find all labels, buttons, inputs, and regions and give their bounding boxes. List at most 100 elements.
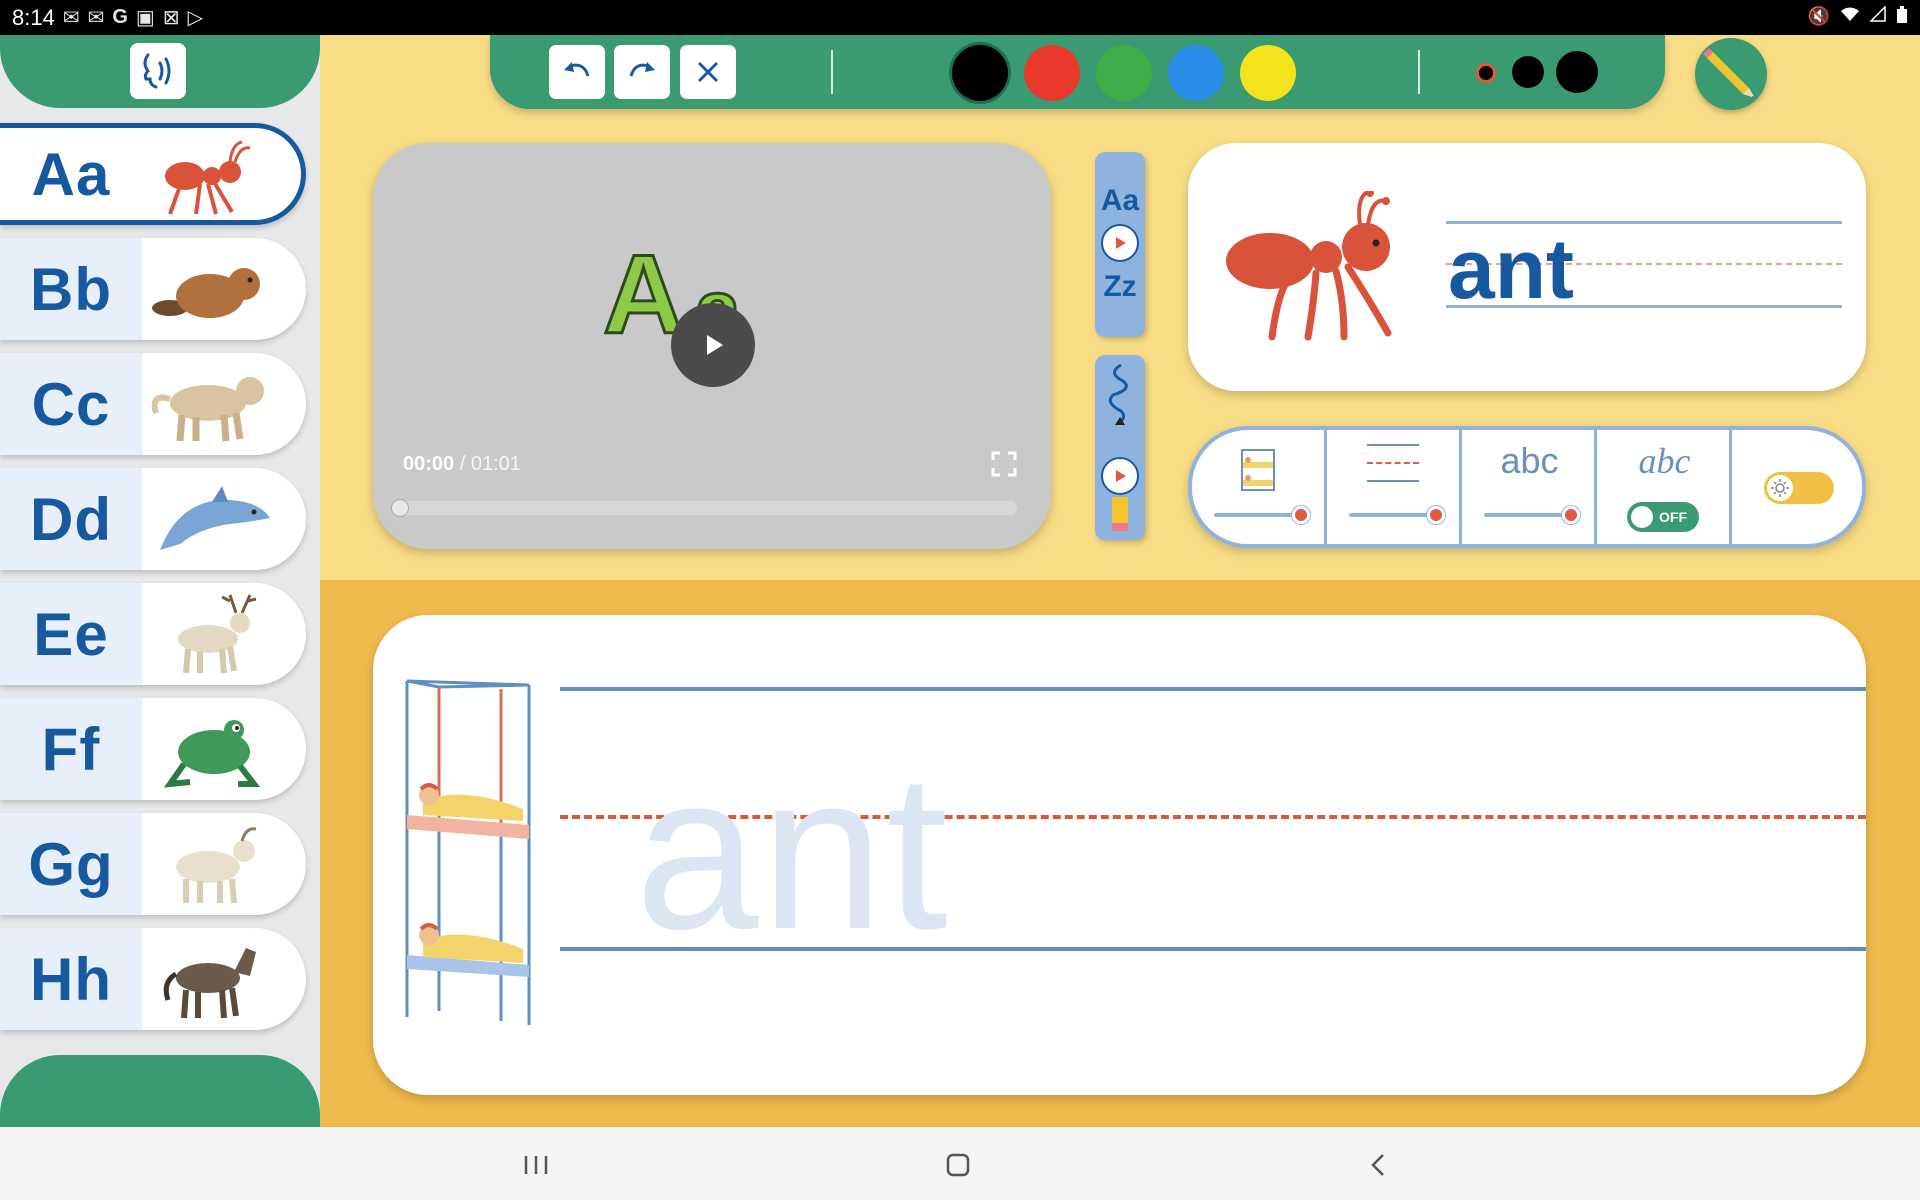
sidebar-header [0, 35, 320, 108]
image-icon: ▣ [135, 7, 155, 29]
ant-icon [1226, 191, 1392, 341]
slider-knob[interactable] [1427, 506, 1445, 524]
slider-knob[interactable] [1562, 506, 1580, 524]
lines-icon-mid [1367, 462, 1419, 464]
back-button[interactable] [1356, 1143, 1400, 1187]
cursive-setting[interactable]: abc OFF [1597, 430, 1732, 544]
gmail-icon: ✉ [87, 7, 105, 29]
speak-button[interactable] [130, 43, 186, 99]
cursive-toggle[interactable]: OFF [1627, 502, 1699, 532]
back-icon [1371, 1154, 1384, 1176]
mute-icon: 🔇 [1807, 6, 1830, 26]
play-icon [707, 335, 723, 355]
play-store-icon: ▷ [187, 7, 203, 29]
line-spacing-setting[interactable] [1327, 430, 1462, 544]
image-size-slider[interactable] [1214, 506, 1310, 524]
word-text: ant [1448, 222, 1574, 316]
image-size-setting[interactable] [1192, 430, 1327, 544]
horse-icon [163, 948, 256, 1019]
wifi-icon [1840, 6, 1860, 29]
play-icon [1116, 470, 1126, 482]
divider [1418, 50, 1420, 94]
clear-button[interactable] [680, 45, 736, 99]
theme-setting[interactable] [1732, 430, 1862, 544]
theme-toggle[interactable] [1764, 472, 1834, 504]
scribble-icon [1108, 363, 1128, 425]
letter-label: Ee [0, 583, 142, 685]
beaver-icon [152, 268, 260, 318]
pencil-icon [1112, 497, 1128, 531]
bunk-bed-icon [1241, 449, 1275, 491]
letter-item-c[interactable]: Cc [0, 353, 306, 455]
letter-item-b[interactable]: Bb [0, 238, 306, 340]
video-progress-bar[interactable] [391, 499, 1017, 517]
toggle-knob [1631, 506, 1653, 528]
color-blue[interactable] [1168, 45, 1224, 101]
letter-label: Dd [0, 468, 142, 570]
color-yellow[interactable] [1240, 45, 1296, 101]
letter-item-g[interactable]: Gg [0, 813, 306, 915]
redo-button[interactable] [614, 45, 670, 99]
slider-knob[interactable] [1292, 506, 1310, 524]
thumbnail-letter-upper: A [603, 233, 684, 343]
alphabet-song-panel[interactable]: Aa Zz [1095, 152, 1145, 337]
letter-label: Aa [0, 128, 142, 220]
recent-apps-button[interactable] [514, 1143, 558, 1187]
cougar-icon [151, 377, 264, 442]
home-icon [946, 1153, 970, 1177]
color-green[interactable] [1096, 45, 1152, 101]
letter-label: Cc [0, 353, 142, 455]
lines-icon-top [1367, 444, 1419, 446]
frog-icon [163, 720, 261, 788]
battery-icon [1896, 6, 1908, 29]
alphabet-top-label: Aa [1100, 184, 1140, 217]
play-button[interactable] [671, 303, 755, 387]
fullscreen-icon[interactable] [991, 451, 1017, 477]
letter-item-d[interactable]: Dd [0, 468, 306, 570]
settings-panel: abc abc OFF [1188, 426, 1866, 548]
pen-size-medium[interactable] [1512, 56, 1544, 88]
sidebar-footer [0, 1055, 320, 1127]
bunk-bed-icon [405, 679, 531, 1025]
pen-size-large[interactable] [1556, 51, 1598, 93]
font-size-slider[interactable] [1484, 506, 1580, 524]
video-progress-knob[interactable] [391, 499, 409, 517]
writing-line-top [560, 687, 1866, 691]
stroke-order-panel[interactable] [1095, 355, 1145, 540]
cursive-label: abc [1638, 441, 1691, 481]
letter-sidebar: Aa Bb Cc Dd Ee Ff Gg Hh [0, 35, 320, 1127]
drawing-toolbar [490, 35, 1665, 109]
google-icon: G [112, 6, 128, 28]
divider [831, 50, 833, 94]
stroke-play-button[interactable] [1101, 457, 1139, 495]
dolphin-icon [160, 486, 270, 550]
sun-icon [1771, 479, 1789, 497]
ant-icon [165, 140, 251, 215]
home-button[interactable] [936, 1143, 980, 1187]
trace-word: ant [635, 728, 950, 976]
writing-canvas[interactable]: ant [373, 615, 1866, 1095]
pen-size-small[interactable] [1476, 63, 1496, 83]
letter-item-h[interactable]: Hh [0, 928, 306, 1030]
undo-icon [564, 62, 590, 77]
pencil-tool-button[interactable] [1695, 38, 1767, 110]
video-current-time: 00:00 [403, 453, 455, 475]
letter-label: Hh [0, 928, 142, 1030]
letter-item-e[interactable]: Ee [0, 583, 306, 685]
letter-label: Bb [0, 238, 142, 340]
font-size-setting[interactable]: abc [1462, 430, 1597, 544]
color-red[interactable] [1024, 45, 1080, 101]
status-time: 8:14 [12, 4, 55, 30]
redo-icon [629, 62, 655, 77]
alphabet-play-button[interactable] [1101, 224, 1139, 262]
letter-item-a[interactable]: Aa [0, 123, 306, 225]
color-black[interactable] [952, 45, 1008, 101]
gmail-icon: ✉ [62, 7, 80, 29]
line-spacing-slider[interactable] [1349, 506, 1445, 524]
letter-label: Ff [0, 698, 142, 800]
close-box-icon: ⊠ [162, 7, 180, 29]
undo-button[interactable] [549, 45, 605, 99]
letter-video-player[interactable]: A a 00:00 / 01:01 [373, 143, 1051, 549]
letter-item-f[interactable]: Ff [0, 698, 306, 800]
navigation-bar [0, 1127, 1920, 1200]
